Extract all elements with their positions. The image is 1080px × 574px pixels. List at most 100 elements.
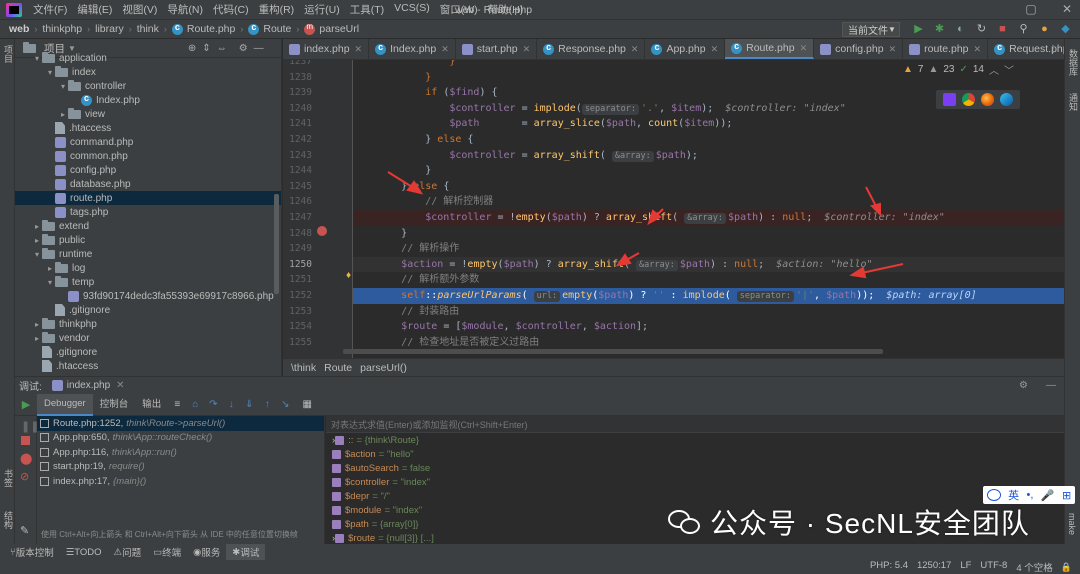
debug-session-tab[interactable]: index.php ✕	[51, 380, 125, 391]
status-item[interactable]: LF	[960, 560, 971, 574]
more-tabs-icon[interactable]: ⋮	[1048, 44, 1058, 55]
run-icon[interactable]: ▶	[912, 23, 925, 36]
lock-icon[interactable]: 🔒	[1061, 562, 1072, 573]
debug-tab[interactable]: 输出	[135, 394, 168, 416]
editor-tab[interactable]: start.php ✕	[456, 39, 538, 59]
tool-window-button[interactable]: ▭ 终端	[147, 545, 187, 560]
tree-item[interactable]: common.php	[15, 149, 281, 163]
chrome-icon[interactable]	[962, 93, 975, 106]
chevron-up-icon[interactable]: ︿	[989, 62, 999, 77]
close-icon[interactable]: ✕	[800, 43, 808, 54]
menu-icon[interactable]: ≡	[172, 399, 182, 410]
editor-tab[interactable]: route.php ✕	[903, 39, 989, 59]
variable-row[interactable]: $depr = "/"	[326, 489, 1064, 503]
close-icon[interactable]: ✕	[116, 380, 124, 391]
close-window-icon[interactable]: ✕	[1060, 2, 1074, 16]
tree-item[interactable]: ▾ temp	[15, 275, 281, 289]
database-tool-label[interactable]: 数据库	[1067, 49, 1080, 76]
stop-icon[interactable]: ■	[996, 23, 1009, 36]
collapsed-arrow-icon[interactable]: ▸	[32, 334, 42, 343]
expanded-arrow-icon[interactable]: ▾	[45, 68, 55, 77]
collapsed-arrow-icon[interactable]: ▸	[32, 236, 42, 245]
frame-row[interactable]: Route.php:1252, think\Route->parseUrl()	[37, 416, 324, 431]
step-over-icon[interactable]: ↷	[208, 399, 218, 410]
variable-row[interactable]: ›:: = {think\Route}	[326, 433, 1064, 447]
profile-icon[interactable]: ↻	[975, 23, 988, 36]
variable-row[interactable]: $action = "hello"	[326, 447, 1064, 461]
status-item[interactable]: UTF-8	[980, 560, 1007, 574]
menu-item[interactable]: 代码(C)	[208, 2, 254, 17]
settings-icon[interactable]: ◆	[1059, 23, 1072, 36]
force-step-into-icon[interactable]: ⇓	[244, 399, 254, 410]
ime-logo-icon[interactable]	[986, 489, 1001, 501]
tool-window-button[interactable]: ◉ 服务	[187, 545, 226, 560]
tree-item[interactable]: ▸ log	[15, 261, 281, 275]
tree-item[interactable]: ▸ vendor	[15, 331, 281, 345]
tool-window-button[interactable]: ⚠ 问题	[108, 545, 148, 560]
status-item[interactable]: PHP: 5.4	[870, 560, 908, 574]
horizontal-scrollbar[interactable]	[343, 349, 883, 354]
editor-tab[interactable]: App.php ✕	[645, 39, 726, 59]
debug-tab[interactable]: Debugger	[37, 393, 93, 416]
ime-language[interactable]: 英	[1008, 487, 1019, 503]
tree-item[interactable]: Index.php	[15, 93, 281, 107]
frame-row[interactable]: index.php:17, {main}()	[37, 474, 324, 489]
menu-item[interactable]: 文件(F)	[28, 2, 72, 17]
breadcrumb-item[interactable]: library	[92, 23, 127, 35]
edge-icon[interactable]	[1000, 93, 1013, 106]
punctuation-icon[interactable]: •,	[1027, 489, 1034, 501]
tree-item[interactable]: .gitignore	[15, 303, 281, 317]
close-icon[interactable]: ✕	[889, 44, 897, 55]
breadcrumb-item[interactable]: think	[134, 23, 162, 35]
editor-breadcrumb-item[interactable]: \think	[291, 362, 316, 374]
editor-breadcrumb-item[interactable]: parseUrl()	[360, 362, 407, 374]
breadcrumb-item[interactable]: Route.php	[169, 22, 238, 35]
variable-row[interactable]: $controller = "index"	[326, 475, 1064, 489]
tree-item[interactable]: ▾ runtime	[15, 247, 281, 261]
expanded-arrow-icon[interactable]: ▾	[32, 54, 42, 63]
run-config-select[interactable]: 当前文件 ▼	[842, 21, 900, 37]
status-item[interactable]: 4 个空格	[1016, 560, 1052, 574]
expanded-arrow-icon[interactable]: ▾	[32, 250, 42, 259]
search-everywhere-icon[interactable]: ⚲	[1017, 23, 1030, 36]
evaluate-icon[interactable]: ▦	[302, 399, 312, 410]
close-icon[interactable]: ✕	[523, 44, 531, 55]
tree-item[interactable]: ▸ extend	[15, 219, 281, 233]
breadcrumb-item[interactable]: Route	[245, 22, 294, 35]
restore-icon[interactable]: ▢	[1024, 2, 1038, 16]
debug-icon[interactable]: ✱	[933, 23, 946, 36]
tool-window-button[interactable]: ✱ 调试	[226, 544, 266, 560]
editor-tab[interactable]: Response.php ✕	[537, 39, 646, 59]
tree-item[interactable]: 93fd90174dedc3fa55393e69917c8966.php	[15, 289, 281, 303]
close-icon[interactable]: ✕	[631, 44, 639, 55]
breakpoint-icon[interactable]	[317, 226, 327, 236]
collapsed-arrow-icon[interactable]: ▸	[58, 110, 68, 119]
editor-tab[interactable]: Route.php ✕	[725, 39, 815, 59]
tree-item[interactable]: tags.php	[15, 205, 281, 219]
editor-tab[interactable]: config.php ✕	[814, 39, 904, 59]
breadcrumb-item[interactable]: web	[6, 23, 32, 35]
tool-window-button[interactable]: ☰ TODO	[60, 547, 108, 558]
expanded-arrow-icon[interactable]: ▾	[58, 82, 68, 91]
editor-tab[interactable]: Index.php ✕	[369, 39, 456, 59]
frame-row[interactable]: App.php:116, think\App::run()	[37, 445, 324, 460]
step-out-icon[interactable]: ↑	[262, 399, 272, 410]
update-icon[interactable]: ●	[1038, 23, 1051, 36]
code-editor[interactable]: 1237 1238 1239 1240 1241 1242 1243 1244 1245 1246…	[283, 60, 1064, 358]
phpstorm-browser-icon[interactable]	[943, 93, 956, 106]
collapsed-arrow-icon[interactable]: ▸	[32, 320, 42, 329]
tree-item[interactable]: .htaccess	[15, 121, 281, 135]
show-execution-point-icon[interactable]: ⌂	[190, 399, 200, 410]
menu-item[interactable]: 编辑(E)	[72, 2, 117, 17]
intention-bulb-icon[interactable]: ♦	[346, 270, 351, 281]
tree-item[interactable]: config.php	[15, 163, 281, 177]
step-into-icon[interactable]: ↓	[226, 399, 236, 410]
evaluate-input[interactable]: 对表达式求值(Enter)或添加监视(Ctrl+Shift+Enter)	[326, 416, 1064, 433]
coverage-icon[interactable]: ◐	[954, 23, 967, 36]
collapsed-arrow-icon[interactable]: ▸	[32, 222, 42, 231]
debug-tab[interactable]: 控制台	[93, 394, 136, 416]
project-tool-label[interactable]: 项目	[2, 45, 15, 63]
menu-item[interactable]: VCS(S)	[389, 2, 435, 17]
tree-item[interactable]: ▾ controller	[15, 79, 281, 93]
pin-icon[interactable]: ✎	[20, 524, 29, 537]
